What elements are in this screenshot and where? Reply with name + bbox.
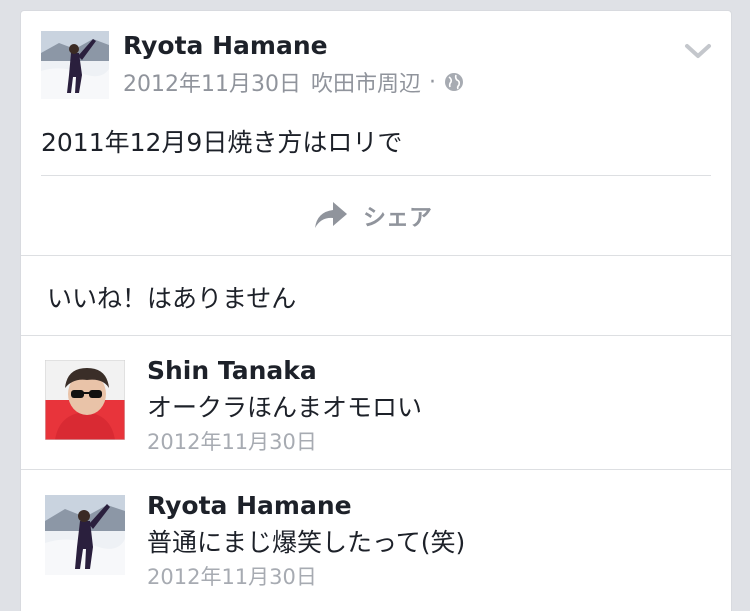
avatar-photo-snow	[41, 31, 109, 99]
comment-item: Shin Tanaka オークラほんまオモロい 2012年11月30日	[21, 336, 731, 466]
post-text: 2011年12月9日焼き方はロリで	[41, 128, 403, 157]
chevron-down-icon[interactable]	[683, 41, 713, 61]
comment-text: オークラほんまオモロい	[147, 393, 423, 422]
avatar-photo-sunglasses	[45, 360, 125, 440]
comment-author[interactable]: Shin Tanaka	[147, 356, 317, 385]
likes-summary: いいね！はありません	[47, 284, 297, 313]
post-author-avatar[interactable]	[41, 31, 109, 99]
post-header: Ryota Hamane 2012年11月30日 吹田市周辺 ·	[21, 11, 731, 111]
comment-author[interactable]: Ryota Hamane	[147, 491, 352, 520]
post-date[interactable]: 2012年11月30日	[123, 66, 301, 98]
post-author-name[interactable]: Ryota Hamane	[123, 31, 328, 60]
post-card: Ryota Hamane 2012年11月30日 吹田市周辺 · 2011年12…	[20, 10, 732, 611]
avatar-photo-snow	[45, 495, 125, 575]
post-meta: 2012年11月30日 吹田市周辺 ·	[123, 66, 464, 98]
comment-item: Ryota Hamane 普通にまじ爆笑したって(笑) 2012年11月30日	[21, 471, 731, 601]
action-bar: シェア	[41, 176, 711, 256]
post-location[interactable]: 吹田市周辺	[311, 66, 421, 98]
comment-text: 普通にまじ爆笑したって(笑)	[147, 528, 466, 557]
meta-separator: ·	[429, 69, 436, 95]
comment-avatar[interactable]	[45, 495, 125, 575]
comment-avatar[interactable]	[45, 360, 125, 440]
share-arrow-icon	[315, 202, 347, 228]
divider	[21, 255, 731, 256]
share-button[interactable]: シェア	[313, 198, 432, 232]
comment-date: 2012年11月30日	[147, 430, 317, 454]
divider	[21, 469, 731, 470]
globe-icon	[444, 72, 464, 92]
share-label: シェア	[363, 205, 432, 231]
comment-date: 2012年11月30日	[147, 565, 317, 589]
